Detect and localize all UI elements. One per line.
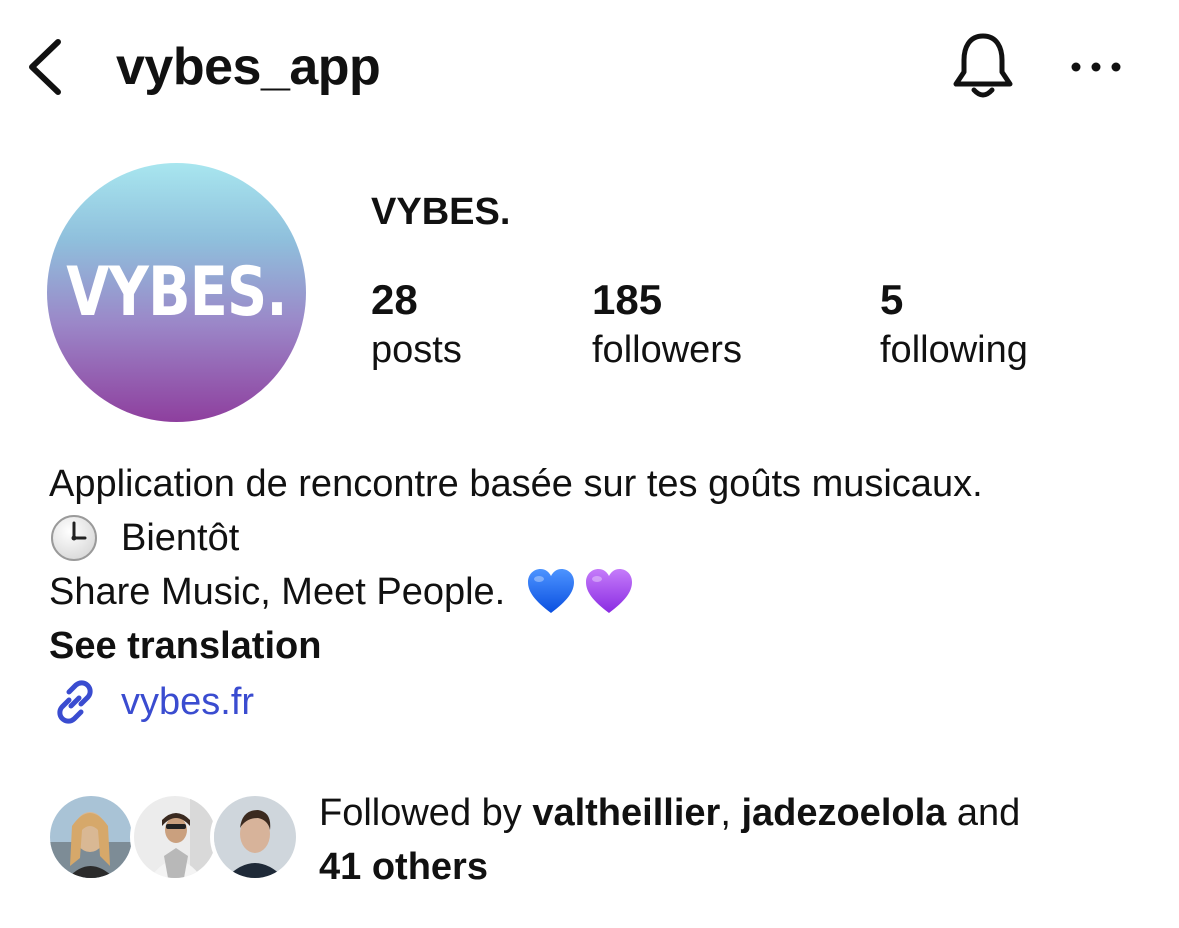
- followed-by-separator: ,: [720, 792, 742, 834]
- bio-line-1: Application de rencontre basée sur tes g…: [49, 463, 983, 505]
- follower-avatar-2[interactable]: [130, 792, 220, 882]
- posts-count: 28: [371, 276, 418, 323]
- notifications-button[interactable]: [948, 30, 1018, 102]
- website-link-text: vybes.fr: [121, 681, 255, 723]
- bell-icon: [953, 33, 1013, 98]
- followed-by-conjunction: and: [946, 792, 1021, 834]
- bio-line-2-text: Bientôt: [121, 517, 240, 559]
- following-stat[interactable]: 5 following: [880, 276, 1028, 376]
- profile-avatar[interactable]: VYBES.: [47, 163, 306, 422]
- display-name: VYBES.: [371, 191, 511, 233]
- followed-by-others[interactable]: 41 others: [319, 846, 488, 888]
- followed-by-text[interactable]: Followed by valtheillier, jadezoelola an…: [319, 786, 1020, 894]
- follower-photo-2: [134, 796, 216, 878]
- posts-label: posts: [371, 329, 462, 371]
- page-title: vybes_app: [116, 38, 381, 96]
- follower-photo-1: [50, 796, 132, 878]
- follower-avatar-3[interactable]: [210, 792, 300, 882]
- bio-line-3-text: Share Music, Meet People.: [49, 571, 506, 613]
- chevron-left-icon: [29, 39, 61, 95]
- bio-line-3: Share Music, Meet People.: [49, 566, 635, 618]
- followers-label: followers: [592, 329, 742, 371]
- follower-photo-3: [214, 796, 296, 878]
- blue-heart-icon: [528, 569, 575, 613]
- following-count: 5: [880, 276, 904, 323]
- following-label: following: [880, 329, 1028, 371]
- avatar-logo-text: VYBES.: [66, 253, 287, 332]
- see-translation-link[interactable]: See translation: [49, 620, 321, 672]
- follower-username-2[interactable]: jadezoelola: [741, 792, 946, 834]
- ellipsis-icon: [1071, 62, 1121, 72]
- bio-line-2: Bientôt: [49, 512, 239, 564]
- posts-stat[interactable]: 28 posts: [371, 276, 462, 376]
- follower-username-1[interactable]: valtheillier: [532, 792, 720, 834]
- purple-heart-icon: [586, 569, 633, 613]
- follower-avatar-1[interactable]: [46, 792, 136, 882]
- more-options-button[interactable]: [1068, 50, 1124, 84]
- link-icon: [57, 680, 93, 724]
- followers-count: 185: [592, 276, 663, 323]
- website-link[interactable]: vybes.fr: [49, 676, 254, 728]
- followed-by-prefix: Followed by: [319, 792, 533, 834]
- clock-icon: [51, 515, 97, 561]
- back-button[interactable]: [24, 38, 68, 96]
- followers-stat[interactable]: 185 followers: [592, 276, 742, 376]
